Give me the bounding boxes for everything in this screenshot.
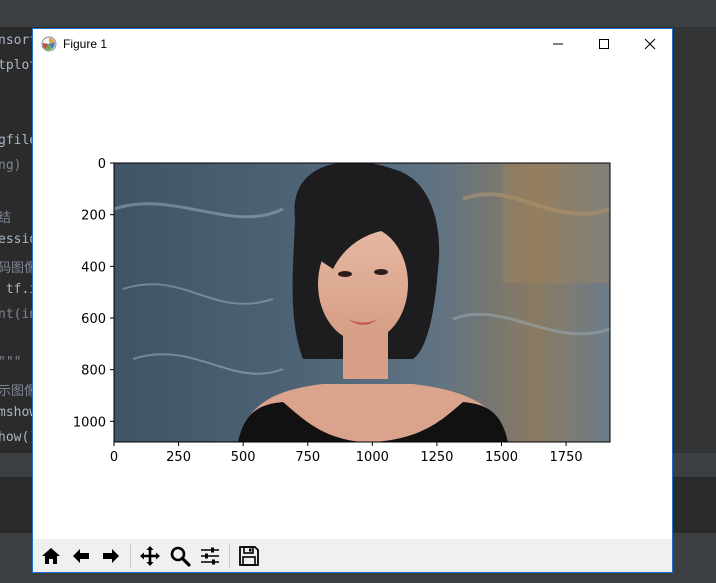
y-tick-label: 800 [81, 364, 106, 379]
image-axes[interactable]: 0 250 500 750 1000 1250 1500 1750 0 200 400 600 800 1… [33, 59, 672, 539]
forward-button[interactable] [97, 542, 125, 570]
code-line: 码图像 [0, 261, 34, 276]
code-line: """ [0, 355, 22, 370]
x-tick-label: 0 [110, 450, 118, 465]
x-tick-label: 1250 [420, 450, 453, 465]
ide-title-bar [0, 0, 716, 28]
x-tick-label: 500 [231, 450, 256, 465]
minimize-button[interactable] [535, 29, 581, 59]
pan-button[interactable] [136, 542, 164, 570]
code-line: mshow [0, 405, 34, 420]
code-line: tf.i [5, 282, 34, 297]
ide-side-panel [674, 27, 716, 453]
figure-window: Figure 1 0 250 500 750 1000 1250 1500 17… [32, 28, 673, 573]
x-tick-label: 1500 [485, 450, 518, 465]
code-line: how() [0, 430, 34, 445]
window-title: Figure 1 [63, 37, 108, 51]
configure-subplots-icon [201, 547, 219, 564]
forward-arrow-icon [103, 548, 119, 563]
x-tick-label: 1750 [550, 450, 583, 465]
code-line: 结 [0, 211, 12, 226]
navigation-toolbar [33, 539, 672, 572]
toolbar-separator [229, 543, 230, 568]
minimize-icon [553, 43, 563, 45]
x-tick-label: 750 [295, 450, 320, 465]
save-figure-icon [239, 545, 259, 566]
configure-subplots-button[interactable] [196, 542, 224, 570]
pan-move-icon [140, 545, 160, 566]
x-tick-label: 250 [166, 450, 191, 465]
home-button[interactable] [37, 542, 65, 570]
y-tick-label: 400 [81, 260, 106, 275]
maximize-button[interactable] [581, 29, 627, 59]
home-icon [42, 547, 60, 564]
y-tick-label: 0 [98, 157, 106, 172]
code-line: nt(in [0, 307, 34, 322]
matplotlib-app-icon [41, 36, 57, 52]
y-tick-label: 600 [81, 312, 106, 327]
portrait-image [114, 163, 610, 442]
back-button[interactable] [67, 542, 95, 570]
close-icon [644, 38, 656, 50]
back-arrow-icon [73, 548, 89, 563]
figure-title-bar[interactable]: Figure 1 [33, 29, 672, 59]
y-tick-label: 200 [81, 209, 106, 224]
toolbar-separator [130, 543, 131, 568]
code-line: 示图像 [0, 384, 34, 399]
y-tick-label: 1000 [73, 415, 106, 430]
code-line: ng) [0, 158, 22, 173]
save-button[interactable] [235, 542, 263, 570]
zoom-magnifier-icon [170, 546, 191, 567]
close-button[interactable] [627, 29, 673, 59]
code-line: nsorf [0, 33, 34, 48]
code-line: tplot [0, 58, 34, 73]
code-line: gfile [0, 133, 34, 148]
maximize-icon [599, 39, 609, 49]
zoom-button[interactable] [166, 542, 194, 570]
code-line: essio [0, 232, 34, 247]
x-tick-label: 1000 [356, 450, 389, 465]
figure-canvas[interactable]: 0 250 500 750 1000 1250 1500 1750 0 200 400 600 800 1… [33, 59, 672, 539]
